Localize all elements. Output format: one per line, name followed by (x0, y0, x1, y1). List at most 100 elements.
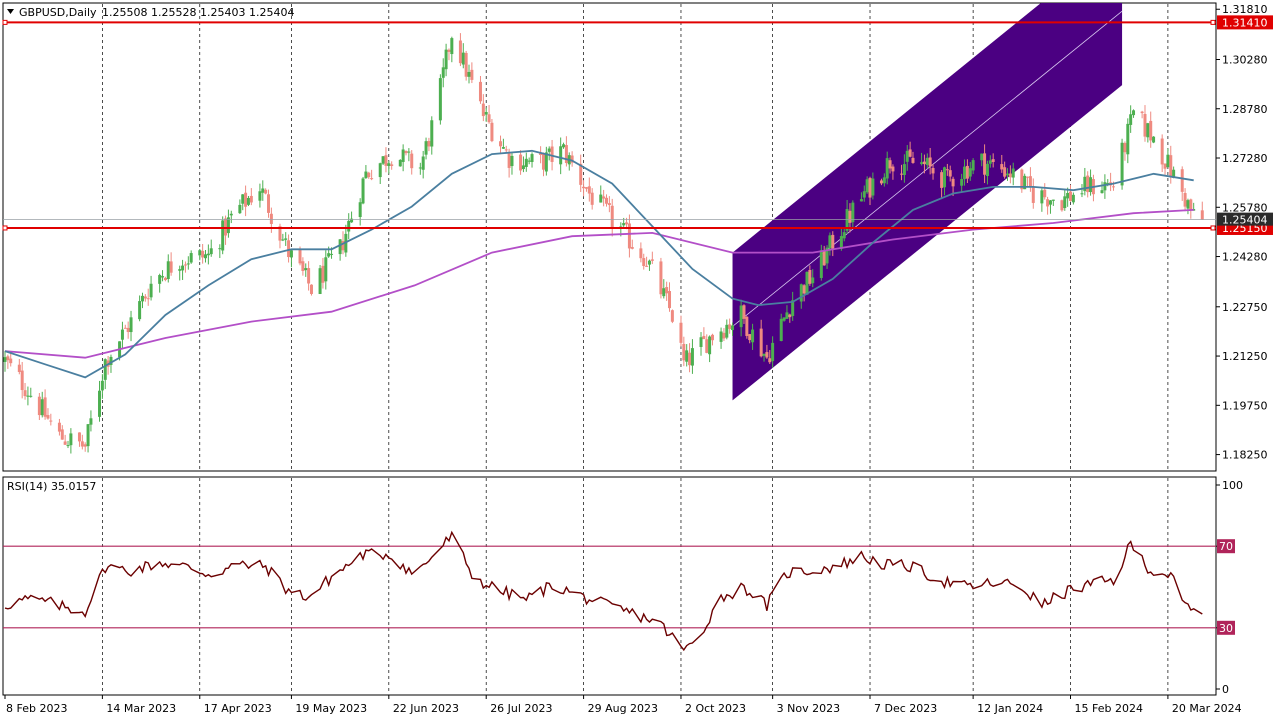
candle-bearish (1140, 111, 1144, 114)
candle-bearish (868, 177, 872, 198)
candle-bearish (37, 396, 41, 416)
candle-bullish (865, 179, 869, 193)
candle-bullish (811, 277, 815, 284)
candle-bearish (668, 291, 672, 309)
candle-bearish (17, 364, 21, 372)
candle-bullish (725, 324, 729, 338)
candle-bullish (347, 220, 351, 232)
candle-bearish (900, 173, 904, 175)
candle-bullish (599, 194, 603, 203)
candle-bearish (478, 81, 482, 102)
candle-bullish (166, 261, 170, 280)
candle-bearish (625, 222, 629, 225)
candle-bullish (960, 179, 964, 186)
candle-bullish (338, 239, 342, 255)
candle-bearish (504, 149, 508, 151)
candle-bullish (1152, 136, 1156, 143)
candle-bullish (103, 359, 107, 380)
candle-bullish (1132, 110, 1136, 116)
candle-bearish (49, 420, 53, 422)
candle-bearish (1000, 164, 1004, 170)
candle-bullish (129, 317, 133, 333)
candle-bullish (441, 67, 445, 78)
candle-bullish (189, 253, 193, 263)
candle-bullish (358, 202, 362, 218)
candle-bullish (547, 148, 551, 152)
candle-bullish (138, 301, 142, 320)
x-tick-label: 26 Jul 2023 (490, 702, 552, 715)
candle-bullish (501, 147, 505, 149)
candle-bullish (1129, 114, 1133, 125)
candle-bullish (26, 395, 30, 397)
candle-bullish (204, 254, 207, 259)
x-tick-label: 8 Feb 2023 (6, 702, 67, 715)
candle-bearish (688, 352, 692, 366)
candle-bullish (1089, 177, 1093, 193)
candle-bearish (1163, 163, 1167, 169)
candle-bearish (630, 247, 634, 249)
candle-bearish (983, 153, 987, 175)
candle-bearish (126, 327, 130, 333)
candle-bearish (650, 259, 654, 261)
candle-bearish (6, 356, 10, 361)
candle-bearish (670, 310, 674, 322)
candle-bullish (920, 162, 924, 165)
candle-bullish (381, 156, 385, 164)
candle-bearish (745, 316, 749, 336)
candle-bullish (450, 38, 454, 55)
candle-bearish (922, 161, 926, 165)
candle-bullish (1063, 196, 1067, 209)
candle-bearish (642, 258, 646, 267)
candle-bearish (43, 397, 47, 417)
candle-bearish (722, 332, 726, 339)
candle-bullish (418, 167, 422, 169)
candle-bearish (1149, 120, 1153, 141)
candle-bullish (762, 353, 766, 356)
candle-bullish (1166, 154, 1170, 168)
candle-bullish (708, 336, 712, 355)
candle-bearish (822, 250, 826, 266)
candle-bullish (430, 120, 434, 147)
y-tick-label: 1.22750 (1222, 301, 1268, 314)
symbol-label: GBPUSD,Daily (19, 6, 97, 19)
candle-bullish (364, 171, 368, 179)
candle-bearish (584, 187, 588, 189)
candle-bullish (524, 158, 528, 167)
candle-bearish (665, 287, 669, 294)
candle-bullish (467, 71, 471, 77)
candle-bearish (1143, 113, 1147, 137)
candle-bearish (63, 441, 67, 445)
candle-bearish (80, 441, 84, 447)
candle-bearish (9, 358, 13, 364)
candle-bearish (1026, 176, 1030, 178)
candle-bearish (659, 261, 663, 295)
candle-bullish (198, 250, 202, 256)
candle-bullish (327, 253, 331, 257)
candle-bearish (682, 343, 686, 361)
candle-bullish (424, 141, 428, 155)
candle-bullish (799, 284, 803, 302)
candle-bullish (510, 155, 514, 167)
candle-bearish (1031, 187, 1035, 203)
candle-bearish (911, 157, 915, 163)
candle-bearish (742, 305, 746, 319)
candle-bullish (161, 276, 165, 278)
candle-bullish (221, 220, 225, 251)
candle-bullish (521, 165, 525, 170)
candle-bullish (905, 150, 909, 162)
candle-bullish (281, 239, 285, 241)
candle-bullish (985, 163, 989, 177)
candle-bullish (284, 238, 288, 240)
candle-bearish (267, 194, 271, 213)
candle-bullish (149, 283, 153, 298)
level-anchor-right (1210, 19, 1216, 25)
candle-bullish (963, 166, 967, 180)
candle-bearish (582, 186, 586, 189)
candle-bearish (20, 370, 24, 391)
candle-bullish (100, 380, 104, 391)
candle-bullish (871, 178, 875, 196)
y-tick-label: 1.25780 (1222, 201, 1268, 214)
candle-bearish (1008, 173, 1012, 178)
candle-bearish (123, 327, 127, 329)
candle-bearish (748, 334, 752, 341)
